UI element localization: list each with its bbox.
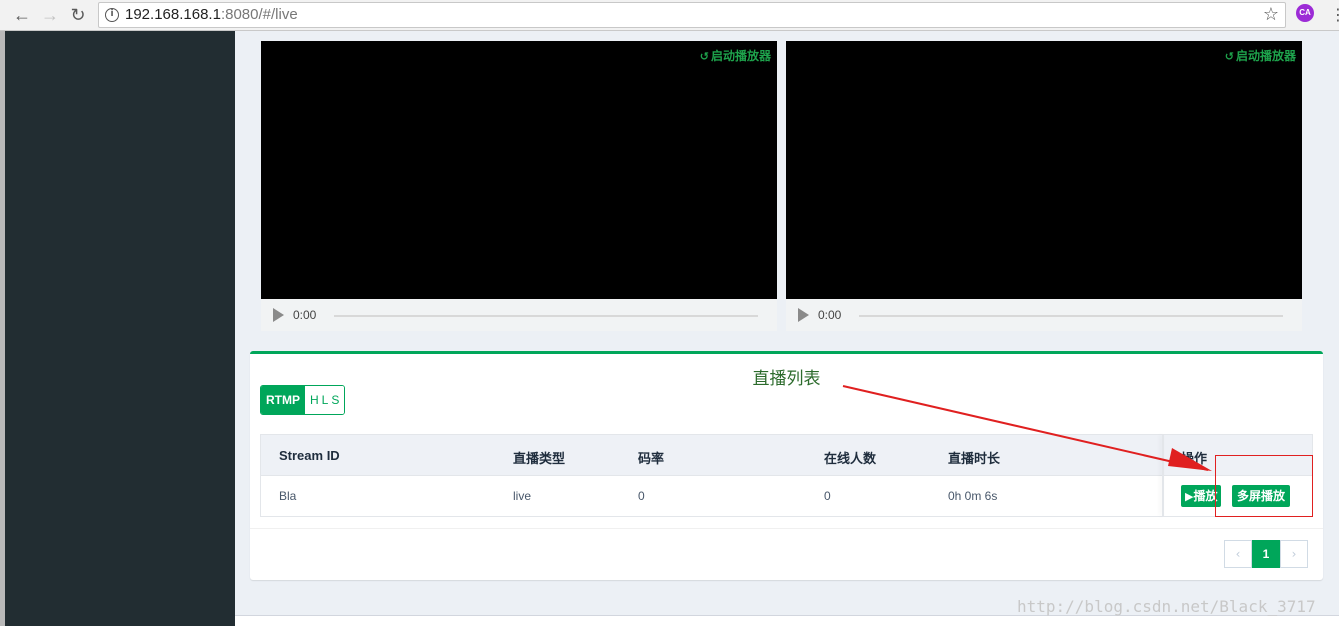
- restart-icon: ↺: [1224, 50, 1234, 63]
- address-bar[interactable]: i 192.168.168.1:8080/#/live ☆: [98, 2, 1286, 28]
- player-progress-bar[interactable]: [334, 315, 758, 317]
- restart-player-button[interactable]: ↺ 启动播放器: [700, 47, 771, 64]
- url-text[interactable]: 192.168.168.1:8080/#/live: [125, 6, 298, 23]
- restart-player-label: 启动播放器: [710, 49, 771, 63]
- footer: [235, 615, 1339, 626]
- table-header: Stream ID 直播类型 码率 在线人数 直播时长 操作: [261, 435, 1312, 476]
- play-icon[interactable]: [798, 308, 809, 322]
- divider: [250, 528, 1323, 529]
- fixed-column-divider: [1162, 435, 1164, 516]
- extension-icon[interactable]: CA: [1296, 4, 1314, 22]
- url-path: :8080/#/live: [220, 6, 298, 23]
- column-header-duration: 直播时长: [948, 451, 1001, 466]
- column-header-actions: 操作: [1181, 451, 1208, 466]
- browser-toolbar: ← → ↻ i 192.168.168.1:8080/#/live ☆ CA ⋮: [0, 0, 1339, 31]
- table-row: Bla live 0 0 0h 0m 6s ▶播放 多屏播放: [261, 476, 1312, 516]
- restart-player-label: 启动播放器: [1235, 49, 1296, 63]
- restart-player-button[interactable]: ↺ 启动播放器: [1225, 47, 1296, 64]
- column-header-bitrate: 码率: [638, 451, 665, 466]
- protocol-rtmp-button[interactable]: RTMP: [261, 386, 305, 414]
- protocol-toggle: RTMP HLS: [260, 385, 346, 415]
- cell-duration: 0h 0m 6s: [948, 489, 998, 503]
- page-number-button[interactable]: 1: [1252, 540, 1280, 568]
- video-player-2[interactable]: ↺ 启动播放器 0:00: [786, 41, 1302, 331]
- video-screen[interactable]: [261, 41, 777, 299]
- url-host: 192.168.168.1: [125, 6, 221, 23]
- restart-icon: ↺: [699, 50, 709, 63]
- column-header-stream-id: Stream ID: [279, 448, 340, 463]
- browser-menu-icon[interactable]: ⋮: [1330, 3, 1339, 27]
- bookmark-star-icon[interactable]: ☆: [1263, 4, 1279, 25]
- player-controls: 0:00: [261, 299, 777, 331]
- video-screen[interactable]: [786, 41, 1302, 299]
- player-controls: 0:00: [786, 299, 1302, 331]
- pagination: ‹ 1 ›: [1224, 540, 1308, 568]
- video-player-1[interactable]: ↺ 启动播放器 0:00: [261, 41, 777, 331]
- cell-stream-id: Bla: [279, 489, 297, 503]
- annotation-highlight-box: [1215, 455, 1313, 517]
- player-time: 0:00: [293, 308, 317, 322]
- player-time: 0:00: [818, 308, 842, 322]
- column-header-type: 直播类型: [513, 451, 566, 466]
- play-icon[interactable]: [273, 308, 284, 322]
- sidebar: [5, 31, 235, 626]
- column-header-online: 在线人数: [824, 451, 877, 466]
- info-icon[interactable]: i: [105, 8, 119, 22]
- watermark: http://blog.csdn.net/Black_3717: [1017, 597, 1316, 616]
- player-progress-bar[interactable]: [859, 315, 1283, 317]
- chevron-left-icon[interactable]: ‹: [1224, 540, 1252, 568]
- live-list-panel: 直播列表 RTMP HLS Stream ID 直播类型 码率 在线人数 直播时…: [250, 351, 1323, 580]
- reload-icon[interactable]: ↻: [66, 3, 90, 27]
- cell-online: 0: [824, 489, 831, 503]
- protocol-hls-button[interactable]: HLS: [305, 386, 345, 414]
- cell-type: live: [513, 489, 532, 503]
- forward-arrow-icon[interactable]: →: [38, 3, 62, 27]
- chevron-right-icon[interactable]: ›: [1280, 540, 1308, 568]
- panel-title: 直播列表: [752, 369, 821, 388]
- play-button-label: 播放: [1193, 489, 1218, 503]
- cell-bitrate: 0: [638, 489, 645, 503]
- back-arrow-icon[interactable]: ←: [10, 3, 34, 27]
- stream-table: Stream ID 直播类型 码率 在线人数 直播时长 操作 Bla live …: [260, 434, 1313, 517]
